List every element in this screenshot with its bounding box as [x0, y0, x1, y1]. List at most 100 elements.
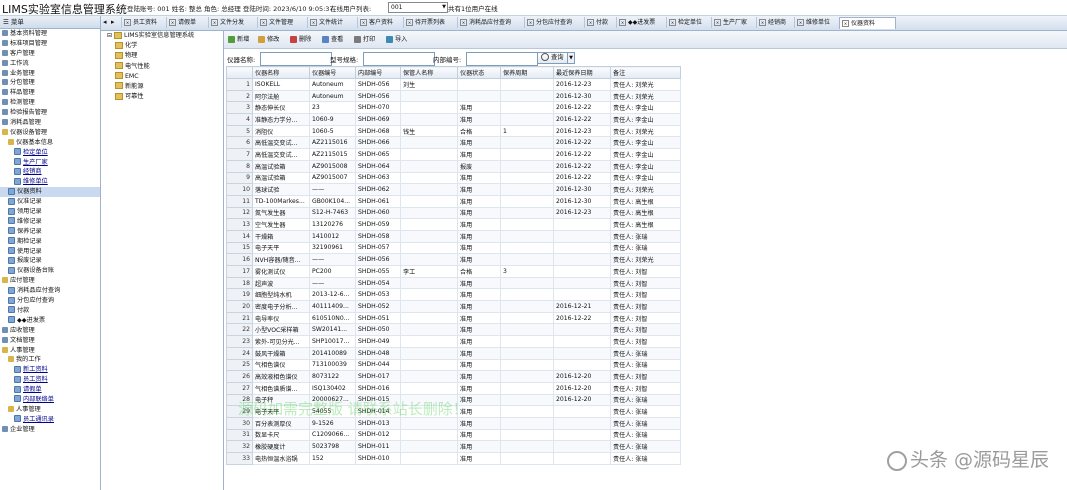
table-row[interactable]: 11 TD-100Markes... GB00K104... SHDH-061 准用 20… [226, 194, 681, 208]
query-button[interactable]: 查询 [537, 52, 568, 64]
table-row[interactable]: 13 空气发生器 13120276 SHDH-059 准用 责任人: 高生根 [226, 218, 681, 231]
new-button[interactable]: 新增 [228, 34, 249, 45]
column-header[interactable]: 备注 [610, 66, 681, 79]
sidebar-item[interactable]: 客户管理 [0, 49, 100, 59]
sidebar-item[interactable]: 维修单位 [0, 177, 100, 187]
import-button[interactable]: 导入 [386, 34, 407, 45]
tab-scroll-right-icon[interactable]: ▸ [111, 18, 115, 26]
tab[interactable]: × 检定单位 [666, 17, 711, 28]
view-button[interactable]: 查看 [322, 34, 343, 45]
tree-item[interactable]: 物理 [101, 51, 223, 61]
sidebar-item[interactable]: 分包应付查询 [0, 296, 100, 306]
table-row[interactable]: 8 高温试验箱 AZ9015008 SHDH-064 报废 2016-12-22 责任人: … [226, 159, 681, 173]
close-tab-icon[interactable]: × [527, 19, 534, 26]
close-tab-icon[interactable]: × [260, 19, 267, 26]
table-row[interactable]: 21 电导率仪 610510N0... SHDH-051 准用 2016-12-22 责任人… [226, 311, 681, 325]
sidebar-item[interactable]: 消耗品应付查询 [0, 286, 100, 296]
tab[interactable]: × ◆◆进发票 [616, 17, 666, 28]
close-tab-icon[interactable]: × [842, 20, 849, 27]
table-row[interactable]: 31 数显卡尺 C1209066... SHDH-012 准用 责任人: 张瑞 [226, 428, 681, 442]
close-tab-icon[interactable]: × [460, 19, 467, 26]
sidebar-item[interactable]: 领用记录 [0, 207, 100, 217]
sidebar-item[interactable]: 仪器基本信息 [0, 138, 100, 148]
expand-icon[interactable]: ⊟ [107, 32, 112, 39]
close-tab-icon[interactable]: × [406, 19, 413, 26]
sidebar-item[interactable]: 基本资料管理 [0, 29, 100, 39]
table-row[interactable]: 27 气相色谱质谱... ISQ130402 SHDH-016 准用 2016-12-20… [226, 381, 681, 395]
tab[interactable]: × 消耗品应付查询 [457, 17, 524, 28]
model-input[interactable] [363, 52, 435, 66]
column-header[interactable]: 仪器编号 [309, 66, 356, 79]
sidebar-item[interactable]: 维修记录 [0, 217, 100, 227]
table-row[interactable]: 5 消阻仪 1060-5 SHDH-068 钱生 合格 1 2016-12-23 责任人: 刘荣… [226, 124, 681, 138]
internal-no-input[interactable] [466, 52, 538, 66]
sidebar-item[interactable]: 请假单 [0, 385, 100, 395]
sidebar-item[interactable]: 检验报告管理 [0, 108, 100, 118]
tree-root[interactable]: ⊟ LIMS实验室信息管理系统 [101, 31, 223, 41]
table-row[interactable]: 32 橡胶硬度计 5023798 SHDH-011 准用 责任人: 张瑞 [226, 440, 681, 453]
table-row[interactable]: 9 高温试验箱 AZ9015007 SHDH-063 准用 2016-12-22 责任人: … [226, 171, 681, 185]
query-dropdown-icon[interactable]: ▼ [567, 52, 575, 64]
tree-item[interactable]: 可靠性 [101, 92, 223, 102]
tab[interactable]: × 文件管理 [257, 17, 307, 28]
close-tab-icon[interactable]: × [759, 19, 766, 26]
table-row[interactable]: 33 电热恒温水浴锅 152 SHDH-010 准用 责任人: 张瑞 [226, 452, 681, 465]
table-row[interactable]: 22 小型VOC采样箱 SW20141... SHDH-050 准用 责任人: 刘智 [226, 323, 681, 337]
tree-item[interactable]: 化学 [101, 41, 223, 51]
table-row[interactable]: 4 准静态力学分... 1060-9 SHDH-069 准用 2016-12-22 责任人:… [226, 113, 681, 126]
tree-item[interactable]: 电气性能 [101, 62, 223, 72]
tab[interactable]: × 经销商 [756, 17, 794, 28]
table-row[interactable]: 17 雾化测试仪 PC200 SHDH-055 李工 合格 3 责任人: 刘智 [226, 265, 681, 278]
sidebar-item[interactable]: 我的工作 [0, 355, 100, 365]
table-row[interactable]: 2 阿尔法舱 Autoneum SHDH-056 2016-12-30 责任人: 刘荣光 [226, 89, 681, 103]
sidebar-item[interactable]: 期检记录 [0, 237, 100, 247]
table-row[interactable]: 25 气相色谱仪 713100039 SHDH-044 准用 责任人: 张瑞 [226, 358, 681, 372]
sidebar-item[interactable]: 人事管理 [0, 346, 100, 356]
sidebar-item[interactable]: 仪器设备台账 [0, 266, 100, 276]
sidebar-item[interactable]: 应收管理 [0, 326, 100, 336]
tab[interactable]: × 文件统计 [307, 17, 357, 28]
close-tab-icon[interactable]: × [797, 19, 804, 26]
table-row[interactable]: 3 静态伸长仪 23 SHDH-070 准用 2016-12-22 责任人: 李金山 [226, 101, 681, 115]
sidebar-item[interactable]: 生产厂家 [0, 158, 100, 168]
table-row[interactable]: 7 高低温交变试... AZ2115015 SHDH-065 准用 2016-12-22 责… [226, 148, 681, 161]
sidebar-item[interactable]: 付款 [0, 306, 100, 316]
table-row[interactable]: 30 百分表测厚仪 9-1526 SHDH-013 准用 责任人: 张瑞 [226, 416, 681, 430]
tab[interactable]: × 生产厂家 [711, 17, 756, 28]
column-header[interactable] [226, 66, 253, 79]
table-row[interactable]: 24 鼓风干燥箱 201410089 SHDH-048 准用 责任人: 张瑞 [226, 346, 681, 360]
sidebar-item[interactable]: 仪器设备管理 [0, 128, 100, 138]
tab-scroll-left-icon[interactable]: ◂ [103, 18, 107, 26]
sidebar-item[interactable]: ◆◆进发票 [0, 316, 100, 326]
table-row[interactable]: 23 紫外-可见分光... SHP10017... SHDH-049 准用 责任人: 刘智 [226, 335, 681, 348]
tab[interactable]: × 员工资料 [121, 17, 166, 28]
table-row[interactable]: 10 落球试验 —— SHDH-062 准用 2016-12-30 责任人: 刘荣光 [226, 183, 681, 196]
tab[interactable]: × 维修单位 [794, 17, 839, 28]
sidebar-item[interactable]: 员工资料 [0, 375, 100, 385]
table-row[interactable]: 12 氮气发生器 S12-H-7463 SHDH-060 准用 2016-12-23 责任人… [226, 206, 681, 220]
sidebar-item[interactable]: 消耗品管理 [0, 118, 100, 128]
sidebar-item[interactable]: 文档管理 [0, 336, 100, 346]
table-row[interactable]: 26 高效液相色谱仪 8073122 SHDH-017 准用 2016-12-20 责任人:… [226, 370, 681, 383]
column-header[interactable]: 内部编号 [355, 66, 401, 79]
tree-item[interactable]: EMC [101, 72, 223, 82]
sidebar-item[interactable]: 检测管理 [0, 98, 100, 108]
sidebar-item[interactable]: 工作流 [0, 59, 100, 69]
tab[interactable]: × 仪器资料 [839, 17, 896, 29]
tab[interactable]: × 文件分发 [208, 17, 257, 28]
sidebar-item[interactable]: 应付管理 [0, 276, 100, 286]
sidebar-item[interactable]: 内部联络单 [0, 395, 100, 405]
sidebar-item[interactable]: 样品管理 [0, 88, 100, 98]
column-header[interactable]: 仪器名称 [252, 66, 310, 79]
column-header[interactable]: 保养周期 [500, 66, 554, 79]
close-tab-icon[interactable]: × [310, 19, 317, 26]
online-users-select[interactable]: 001 ▼ [388, 2, 448, 13]
close-tab-icon[interactable]: × [669, 19, 676, 26]
table-row[interactable]: 18 超声波 —— SHDH-054 准用 责任人: 刘智 [226, 276, 681, 290]
delete-button[interactable]: 删除 [290, 34, 311, 45]
close-tab-icon[interactable]: × [587, 19, 594, 26]
sidebar-item[interactable]: 保养记录 [0, 227, 100, 237]
sidebar-item[interactable]: 标准项目管理 [0, 39, 100, 49]
close-tab-icon[interactable]: × [714, 19, 721, 26]
table-row[interactable]: 6 高低温交变试... AZ2115016 SHDH-066 准用 2016-12-22 责… [226, 136, 681, 150]
